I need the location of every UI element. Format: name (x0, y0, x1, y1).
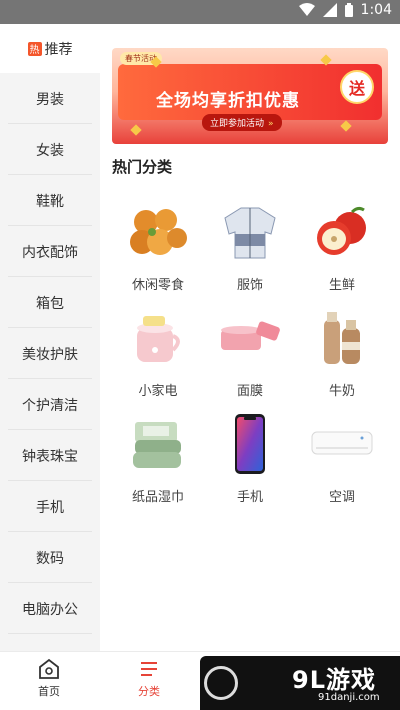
nav-home[interactable]: 首页 (19, 658, 79, 699)
sidebar-item-watches-jewelry[interactable]: 钟表珠宝 (0, 430, 100, 481)
category-label: 面膜 (236, 384, 263, 399)
phone-icon (235, 414, 265, 474)
sidebar-item-label: 美妆护肤 (22, 346, 78, 363)
sidebar-item-label: 电脑办公 (22, 601, 78, 618)
sidebar-item-label: 个护清洁 (22, 397, 78, 414)
sidebar-item-digital[interactable]: 数码 (0, 532, 100, 583)
sidebar-item-label: 男装 (36, 91, 64, 108)
category-label: 休闲零食 (131, 278, 184, 293)
nav-label: 首页 (38, 685, 60, 698)
status-bar: 1:04 (0, 0, 400, 24)
category-milk[interactable]: 牛奶 (292, 306, 392, 399)
main-content: 春节活动 全场均享折扣优惠 立即参加活动» 送 9L游戏 91danji.com… (100, 24, 400, 651)
sidebar-item-phones[interactable]: 手机 (0, 481, 100, 532)
sidebar-item-underwear[interactable]: 内衣配饰 (0, 226, 100, 277)
watermark-brand: 9L游戏 (292, 666, 376, 694)
watermark-circle-icon (204, 666, 238, 700)
category-sidebar: 热 推荐 男装 女装 鞋靴 内衣配饰 箱包 美妆护肤 个护清洁 钟表珠宝 手机 … (0, 24, 100, 651)
category-air-conditioner[interactable]: 空调 (292, 412, 392, 505)
category-fresh[interactable]: 生鲜 (292, 200, 392, 293)
sidebar-item-womenswear[interactable]: 女装 (0, 124, 100, 175)
sidebar-item-computers[interactable]: 电脑办公 (0, 583, 100, 634)
category-label: 小家电 (138, 384, 178, 399)
sidebar-item-menswear[interactable]: 男装 (0, 73, 100, 124)
arrow-right-icon: » (268, 119, 274, 129)
status-time: 1:04 (360, 2, 392, 18)
category-label: 纸品湿巾 (131, 490, 184, 505)
sidebar-item-beauty[interactable]: 美妆护肤 (0, 328, 100, 379)
milk-bottle-icon (324, 312, 360, 364)
sidebar-item-label: 箱包 (36, 295, 64, 312)
banner-cta-button[interactable]: 立即参加活动» (202, 114, 282, 131)
sidebar-item-label: 数码 (36, 550, 64, 567)
home-icon (39, 658, 59, 679)
category-icon (141, 662, 157, 676)
sidebar-item-shoes[interactable]: 鞋靴 (0, 175, 100, 226)
sidebar-item-label: 鞋靴 (36, 193, 64, 210)
category-label: 手机 (236, 490, 263, 505)
category-face-mask[interactable]: 面膜 (200, 306, 300, 399)
sidebar-item-label: 推荐 (44, 41, 73, 58)
category-label: 生鲜 (328, 278, 355, 293)
nav-category[interactable]: 分类 (119, 658, 179, 699)
promo-banner[interactable]: 春节活动 全场均享折扣优惠 立即参加活动» 送 9L游戏 91danji.com (112, 48, 388, 144)
category-label: 服饰 (236, 278, 263, 293)
watermark-overlay: 9L游戏 91danji.com (200, 656, 400, 710)
battery-icon (344, 3, 353, 17)
watermark-url: 91danji.com (318, 692, 380, 703)
gift-badge: 送 (340, 70, 374, 104)
category-snacks[interactable]: 休闲零食 (108, 200, 208, 293)
sidebar-item-label: 钟表珠宝 (22, 448, 78, 465)
hot-badge: 热 (27, 41, 42, 56)
sidebar-item-label: 内衣配饰 (22, 244, 78, 261)
tissue-icon (133, 422, 181, 468)
mask-jar-icon (221, 321, 280, 350)
nav-label: 分类 (138, 685, 160, 698)
signal-icon (322, 3, 337, 17)
category-tissues[interactable]: 纸品湿巾 (108, 412, 208, 505)
sidebar-item-label: 手机 (36, 499, 64, 516)
category-phones[interactable]: 手机 (200, 412, 300, 505)
sidebar-item-label: 女装 (36, 142, 64, 159)
jacket-icon (224, 207, 276, 259)
category-small-appliances[interactable]: 小家电 (108, 306, 208, 399)
apple-icon (317, 206, 366, 255)
category-apparel[interactable]: 服饰 (200, 200, 300, 293)
coin-decoration (130, 124, 142, 136)
coin-decoration (340, 120, 352, 132)
cooker-icon (137, 316, 180, 362)
sidebar-item-recommend[interactable]: 热 推荐 (0, 24, 100, 73)
air-conditioner-icon (311, 431, 373, 455)
sidebar-item-personal-care[interactable]: 个护清洁 (0, 379, 100, 430)
category-label: 牛奶 (328, 384, 355, 399)
snack-icon (130, 209, 187, 255)
banner-cta-label: 立即参加活动 (210, 119, 265, 129)
wifi-icon (298, 3, 315, 16)
category-label: 空调 (328, 490, 355, 505)
banner-headline: 全场均享折扣优惠 (156, 91, 300, 111)
sidebar-item-bags[interactable]: 箱包 (0, 277, 100, 328)
section-title: 热门分类 (112, 158, 173, 176)
